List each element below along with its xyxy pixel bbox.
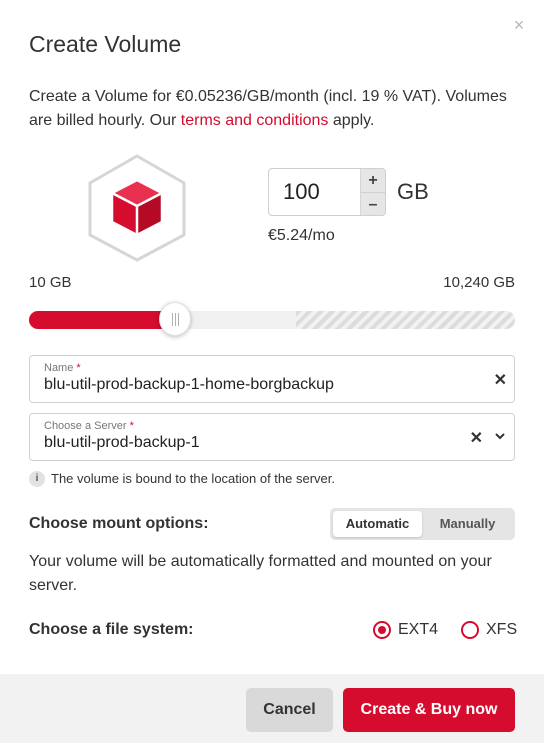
mount-options-toggle: Automatic Manually [330,508,515,540]
terms-link[interactable]: terms and conditions [181,112,329,129]
mount-options-label: Choose mount options: [29,515,209,532]
file-system-label: Choose a file system: [29,621,194,638]
close-icon[interactable]: × [510,14,528,36]
size-input[interactable]: 100 [283,179,320,205]
mount-description: Your volume will be automatically format… [29,553,492,594]
intro-text: Create a Volume for €0.05236/GB/month (i… [29,85,519,133]
mount-manually-option[interactable]: Manually [423,511,512,537]
intro-text-after: apply. [328,112,375,129]
info-text: The volume is bound to the location of t… [51,471,336,486]
cube-icon [110,178,164,237]
size-slider-fill [29,311,175,329]
server-select-value[interactable]: blu-util-prod-backup-1 [44,434,200,452]
grip-icon [171,313,173,326]
cancel-button[interactable]: Cancel [246,688,333,732]
clear-name-icon[interactable]: ✕ [494,370,507,390]
size-slider-track[interactable] [29,311,515,329]
slider-min-label: 10 GB [29,274,72,291]
name-input[interactable]: blu-util-prod-backup-1-home-borgbackup [44,376,334,394]
name-field-label: Name * [44,362,81,374]
radio-xfs[interactable]: XFS [461,621,517,639]
size-slider-unavailable-range [296,311,515,329]
dialog-footer: Cancel Create & Buy now [0,674,544,743]
size-slider-handle[interactable] [158,302,191,336]
grip-icon [174,313,176,326]
clear-server-icon[interactable]: ✕ [470,428,483,448]
radio-xfs-label: XFS [486,621,518,638]
info-icon: i [29,471,45,487]
radio-ext4-label: EXT4 [398,621,439,638]
volume-cube-icon [86,153,188,263]
server-select[interactable]: Choose a Server * blu-util-prod-backup-1… [29,413,515,461]
decrement-button[interactable]: – [361,192,385,215]
size-unit: GB [397,179,429,204]
server-field-label: Choose a Server * [44,420,134,432]
grip-icon [177,313,179,326]
chevron-down-icon[interactable] [494,429,506,447]
slider-max-label: 10,240 GB [443,274,515,291]
create-buy-button[interactable]: Create & Buy now [343,688,515,732]
stepper-buttons: + – [360,169,385,215]
mount-automatic-option[interactable]: Automatic [333,511,422,537]
radio-ext4[interactable]: EXT4 [373,621,439,639]
dialog-title: Create Volume [29,31,182,57]
name-field[interactable]: Name * blu-util-prod-backup-1-home-borgb… [29,355,515,403]
monthly-price: €5.24/mo [268,227,335,244]
radio-unchecked-icon[interactable] [461,621,479,639]
size-stepper[interactable]: 100 + – [268,168,386,216]
radio-checked-icon[interactable] [373,621,391,639]
increment-button[interactable]: + [361,169,385,192]
